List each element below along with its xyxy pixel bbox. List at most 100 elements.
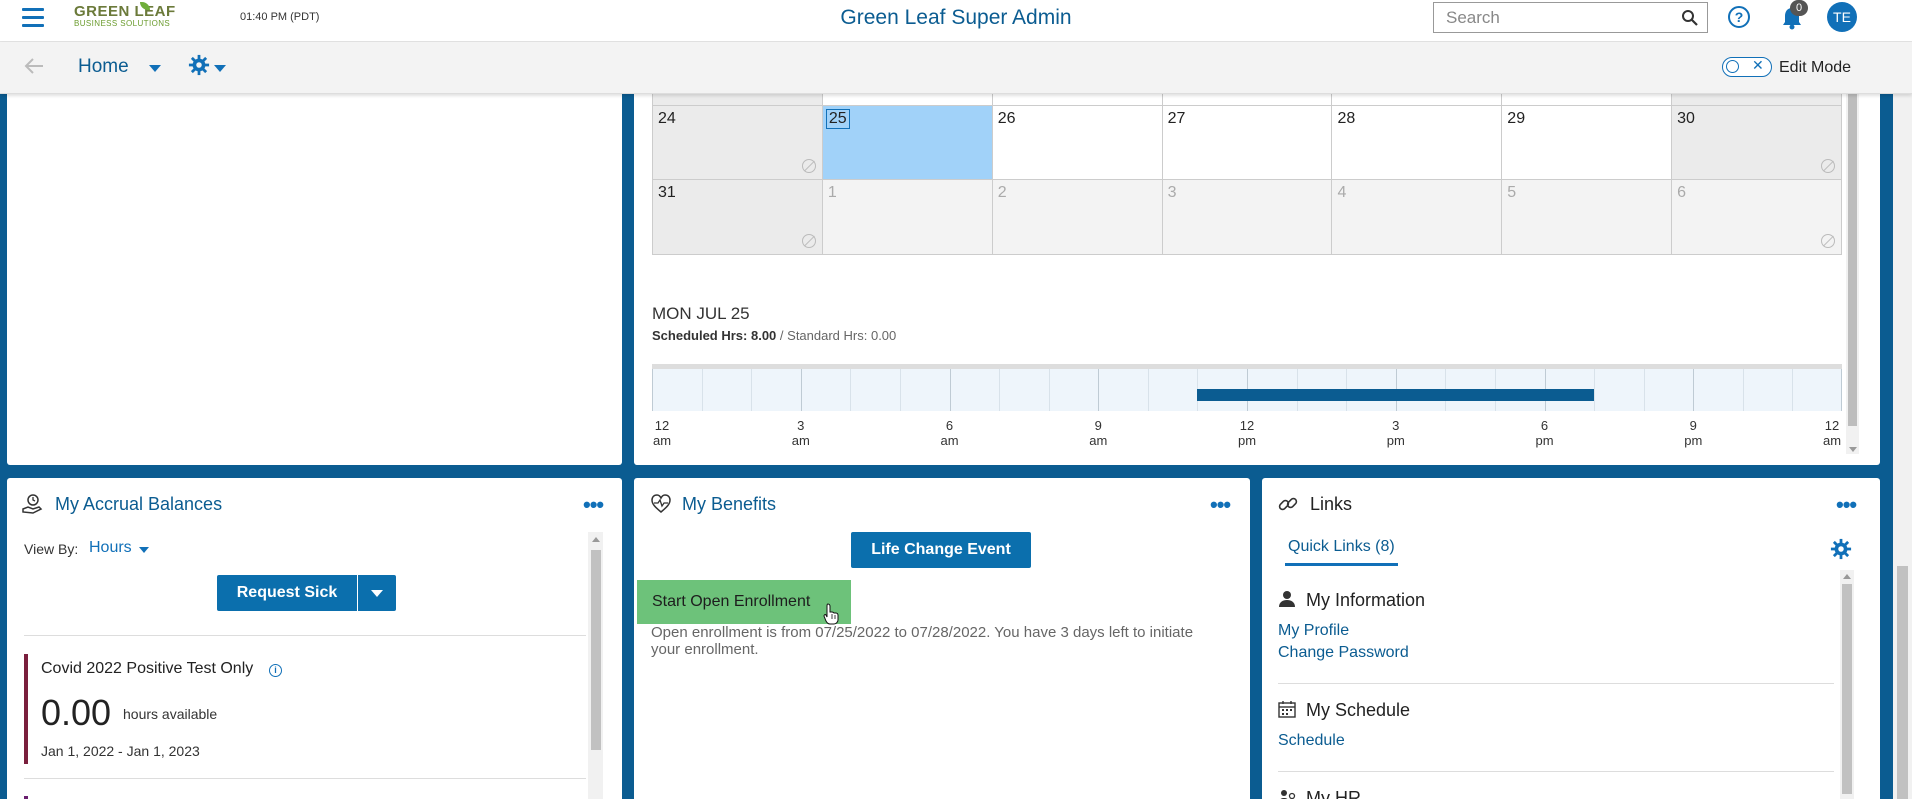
timeline-tick-label: 9 pm [1673, 418, 1713, 448]
notification-count-badge: 0 [1790, 0, 1808, 16]
back-arrow-icon[interactable] [22, 54, 46, 78]
page-scrollbar[interactable] [1893, 94, 1912, 799]
tick-hour: 9 [1094, 418, 1102, 433]
calendar-day-cell[interactable]: 1 [822, 180, 993, 255]
user-icon [1279, 591, 1295, 607]
calendar-day-cell[interactable]: 25 [822, 106, 993, 180]
calendar-day-cell[interactable]: 2 [992, 180, 1163, 255]
tick-period: am [940, 433, 959, 448]
settings-gear-icon[interactable] [188, 54, 210, 76]
calendar-day-cell[interactable]: 6 [1672, 180, 1843, 255]
timeline-gridline [652, 369, 653, 411]
scheduled-shift-bar[interactable] [1197, 389, 1595, 401]
more-options-icon[interactable]: ••• [1836, 492, 1857, 518]
scheduled-hours: Scheduled Hrs: 8.00 / Standard Hrs: 0.00 [652, 328, 896, 343]
start-open-enrollment-button[interactable]: Start Open Enrollment [637, 580, 851, 624]
link-chain-icon [1278, 497, 1298, 511]
change-password-link[interactable]: Change Password [1278, 644, 1409, 662]
info-icon[interactable]: i [269, 664, 282, 677]
calendar-day-cell[interactable]: 30 [1672, 106, 1843, 180]
tab-quick-links[interactable]: Quick Links (8) [1285, 538, 1398, 566]
my-profile-link[interactable]: My Profile [1278, 622, 1349, 640]
timeline-tick-label: 12 am [642, 418, 682, 448]
timeline-tick-label: 3 am [781, 418, 821, 448]
toggle-off-icon: ✕ [1752, 57, 1764, 73]
timeline-gridline [999, 369, 1001, 411]
calendar-day-cell[interactable]: 24 [653, 106, 823, 180]
view-by-dropdown[interactable]: Hours [89, 539, 132, 557]
links-scrollbar[interactable] [1840, 570, 1854, 799]
calendar-day-number: 27 [1167, 110, 1186, 127]
help-icon[interactable]: ? [1727, 5, 1751, 29]
calendar-day-cell[interactable]: 26 [992, 106, 1163, 180]
timeline-gridline [701, 369, 703, 411]
tick-hour: 3 [1392, 418, 1400, 433]
request-options-button[interactable] [358, 575, 396, 611]
page-scrollbar-thumb[interactable] [1897, 566, 1908, 799]
view-by-caret-icon[interactable] [139, 547, 149, 553]
no-work-icon [801, 234, 816, 248]
svg-text:?: ? [1735, 9, 1744, 25]
settings-dropdown-icon[interactable] [214, 65, 226, 72]
calendar-week-row: 24 25 26 27 28 29 30 [652, 106, 1843, 180]
empty-widget-panel [7, 88, 622, 465]
timeline-gridline [751, 369, 753, 411]
timeline-gridline [1048, 369, 1050, 411]
calendar-day-number: 31 [658, 184, 676, 201]
calendar-day-cell[interactable]: 4 [1332, 180, 1503, 255]
hr-person-icon [1280, 790, 1296, 799]
schedule-link[interactable]: Schedule [1278, 732, 1345, 750]
day-timeline [652, 364, 1842, 411]
calendar-day-cell[interactable]: 29 [1502, 106, 1673, 180]
scrollbar-thumb[interactable] [1848, 88, 1857, 426]
calendar-scrollbar[interactable] [1846, 88, 1859, 454]
accrual-scrollbar[interactable] [588, 532, 603, 799]
accrual-date-range: Jan 1, 2022 - Jan 1, 2023 [41, 743, 200, 759]
scrollbar-thumb[interactable] [591, 550, 601, 750]
scroll-up-icon[interactable] [592, 537, 600, 542]
menu-icon[interactable] [22, 5, 44, 29]
calendar-day-number: 28 [1337, 110, 1356, 127]
calendar-day-number: 24 [658, 110, 676, 127]
accrual-hand-icon [22, 494, 43, 514]
timeline-gridline [1792, 369, 1794, 411]
view-by-label: View By: [24, 541, 79, 557]
search-input[interactable] [1434, 3, 1674, 32]
accrual-balances-title[interactable]: My Accrual Balances [55, 494, 222, 515]
search-icon[interactable] [1681, 9, 1699, 27]
timeline-gridline [1643, 369, 1645, 411]
calendar-day-number: 25 [825, 109, 850, 129]
request-sick-button[interactable]: Request Sick [217, 575, 357, 611]
timeline-tick-label: 9 am [1078, 418, 1118, 448]
home-link[interactable]: Home [78, 56, 129, 78]
calendar-grid: 24 25 26 27 28 29 30 31 1 2 3 4 5 6 [652, 88, 1843, 255]
company-logo[interactable]: GREEN LEAF BUSINESS SOLUTIONS [74, 2, 198, 32]
calendar-day-cell[interactable]: 28 [1332, 106, 1503, 180]
calendar-day-cell[interactable]: 31 [653, 180, 823, 255]
benefits-panel: My Benefits ••• Life Change Event Start … [634, 478, 1250, 799]
tick-hour: 12 [654, 418, 670, 433]
tick-period: pm [1386, 433, 1405, 448]
calendar-day-cell[interactable]: 3 [1162, 180, 1333, 255]
accrual-balances-panel: My Accrual Balances ••• View By: Hours R… [7, 478, 622, 799]
calendar-day-cell[interactable]: 5 [1502, 180, 1673, 255]
calendar-day-number: 29 [1507, 110, 1526, 127]
edit-mode-toggle[interactable]: ✕ [1722, 57, 1772, 77]
scroll-up-icon[interactable] [1843, 574, 1851, 579]
divider [24, 635, 586, 636]
calendar-day-cell[interactable]: 27 [1162, 106, 1333, 180]
more-options-icon[interactable]: ••• [1210, 492, 1231, 518]
life-change-event-button[interactable]: Life Change Event [851, 532, 1031, 568]
calendar-day-number: 5 [1507, 184, 1517, 201]
tick-hour: 9 [1689, 418, 1697, 433]
scrollbar-thumb[interactable] [1842, 584, 1852, 794]
timeline-tick-label: 12 pm [1227, 418, 1267, 448]
home-dropdown-icon[interactable] [149, 65, 161, 72]
tick-hour: 6 [1540, 418, 1549, 433]
schedule-calendar-panel: 24 25 26 27 28 29 30 31 1 2 3 4 5 6 MON JUL 25 Schedu… [634, 88, 1880, 465]
links-settings-gear-icon[interactable] [1830, 538, 1852, 560]
user-avatar[interactable]: TE [1827, 2, 1857, 32]
more-options-icon[interactable]: ••• [583, 492, 604, 518]
scroll-down-icon[interactable] [1849, 447, 1857, 452]
benefits-title[interactable]: My Benefits [682, 494, 776, 515]
